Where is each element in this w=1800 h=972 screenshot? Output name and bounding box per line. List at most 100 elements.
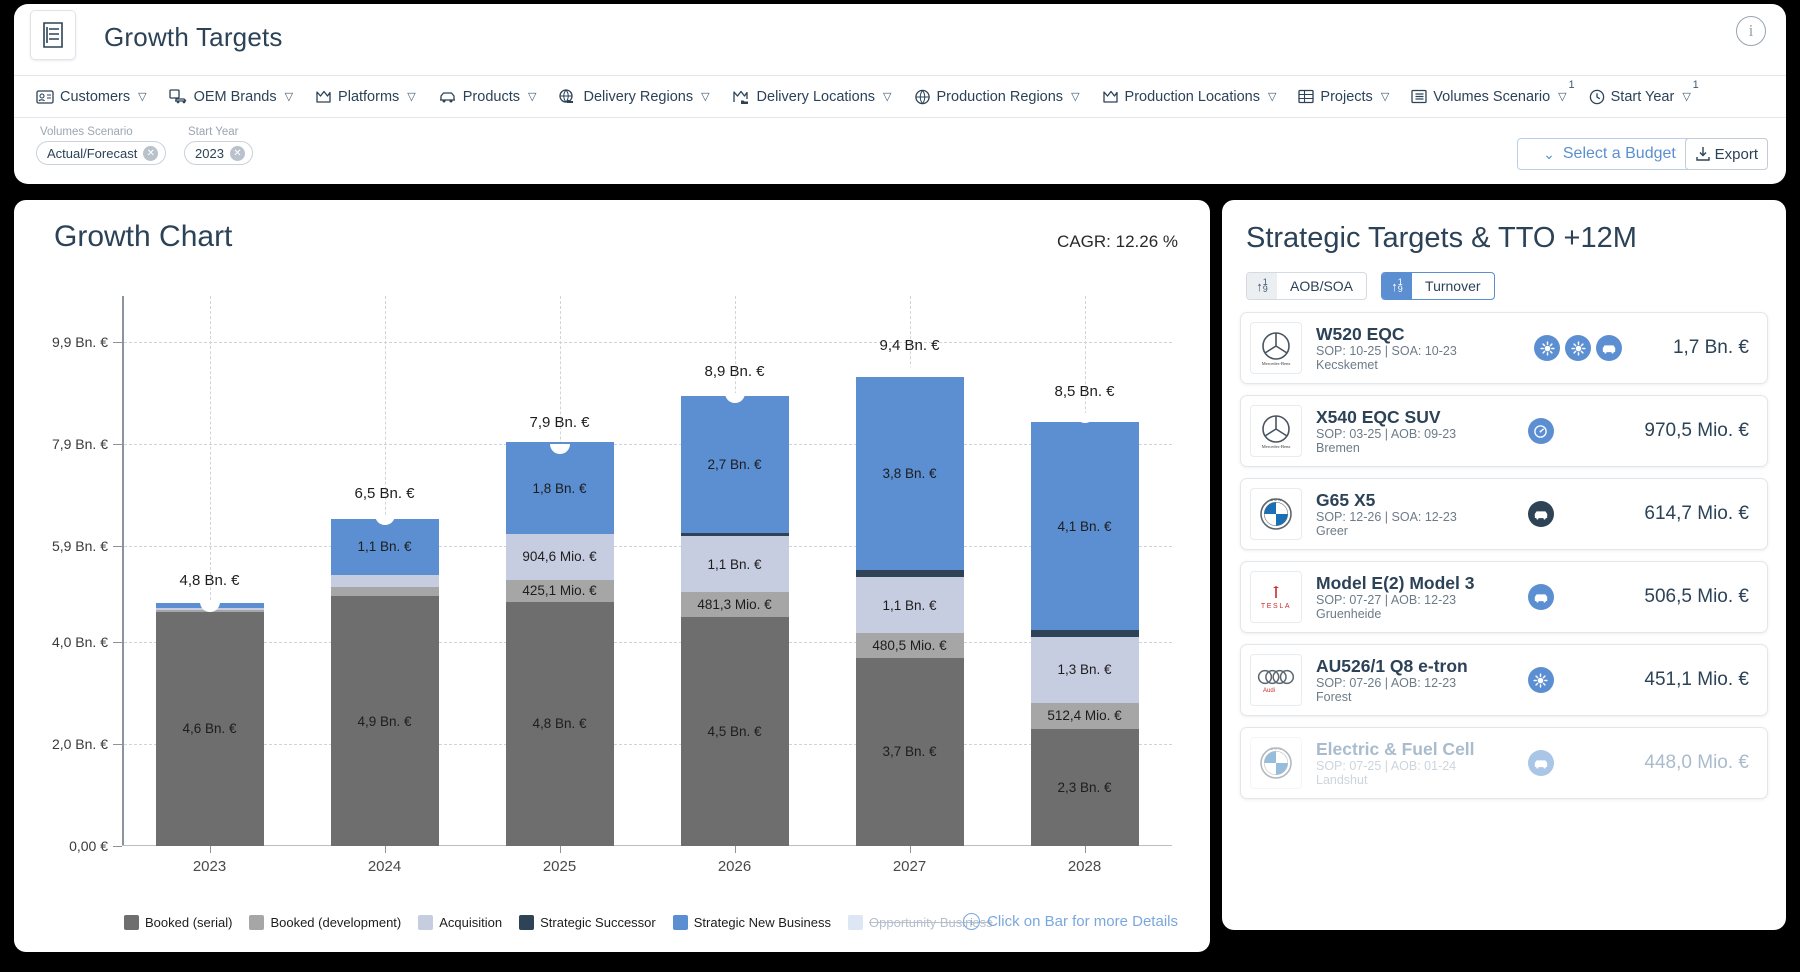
row-dates: SOP: 03-25 | AOB: 09-23 bbox=[1316, 426, 1457, 441]
bar-segment[interactable] bbox=[330, 574, 439, 588]
chart-bar[interactable]: 2,7 Bn. €1,1 Bn. €481,3 Mio. €4,5 Bn. € bbox=[680, 395, 789, 846]
filter-projects[interactable]: Projects ▽ bbox=[1298, 89, 1400, 105]
legend-label: Strategic Successor bbox=[540, 915, 656, 930]
bar-segment[interactable]: 4,1 Bn. € bbox=[1030, 421, 1139, 631]
legend-label: Acquisition bbox=[439, 915, 503, 930]
electric-icon[interactable] bbox=[1527, 667, 1554, 693]
filter-platforms[interactable]: Platforms ▽ bbox=[315, 89, 427, 105]
svg-text:TESLA: TESLA bbox=[1261, 603, 1291, 610]
bar-segment[interactable]: 4,6 Bn. € bbox=[155, 611, 264, 846]
gauge-icon[interactable] bbox=[1527, 418, 1554, 444]
chart-plot-area[interactable]: 0,00 € 2,0 Bn. € 4,0 Bn. € 5,9 Bn. € 7,9 Bn.… bbox=[52, 296, 1172, 875]
close-icon[interactable]: ✕ bbox=[229, 145, 245, 161]
bar-segment[interactable]: 1,1 Bn. € bbox=[680, 536, 789, 593]
chart-bar[interactable]: 1,8 Bn. €904,6 Mio. €425,1 Mio. €4,8 Bn.… bbox=[505, 442, 614, 846]
legend-item[interactable]: Strategic New Business bbox=[672, 915, 831, 930]
strategic-target-row[interactable]: Audi AU526/1 Q8 e-tron SOP: 07-26 | AOB: 1… bbox=[1240, 644, 1768, 716]
document-list-icon[interactable] bbox=[30, 10, 76, 60]
car-icon bbox=[438, 90, 457, 104]
chart-bar[interactable]: 3,8 Bn. € 1,1 Bn. €480,5 Mio. €3,7 Bn. € bbox=[855, 376, 964, 846]
bar-segment[interactable]: 4,9 Bn. € bbox=[330, 596, 439, 846]
close-icon[interactable]: ✕ bbox=[143, 145, 159, 161]
chip-value: Actual/Forecast bbox=[47, 145, 138, 161]
toggle-turnover[interactable]: ↑ 1 9 Turnover bbox=[1381, 272, 1495, 300]
filter-production-locations[interactable]: Production Locations ▽ bbox=[1102, 89, 1288, 105]
strategic-target-row[interactable]: Mercedes-Benz W520 EQC SOP: 10-25 | SOA: 1… bbox=[1240, 312, 1768, 384]
chip-volumes-scenario[interactable]: Actual/Forecast ✕ bbox=[36, 141, 167, 165]
row-text: X540 EQC SUV SOP: 03-25 | AOB: 09-23 Breme… bbox=[1316, 407, 1528, 456]
chevron-down-icon: ▽ bbox=[1558, 91, 1567, 103]
bar-segment[interactable]: 3,7 Bn. € bbox=[855, 657, 964, 846]
bar-segment[interactable]: 1,1 Bn. € bbox=[855, 577, 964, 634]
chart-bar[interactable]: 4,1 Bn. €1,3 Bn. €512,4 Mio. €2,3 Bn. € bbox=[1030, 421, 1139, 846]
bar-segment[interactable]: 1,8 Bn. € bbox=[505, 442, 614, 534]
bar-segment[interactable]: 512,4 Mio. € bbox=[1030, 702, 1139, 729]
bar-segment[interactable]: 480,5 Mio. € bbox=[855, 633, 964, 658]
filter-products[interactable]: Products ▽ bbox=[438, 89, 548, 105]
filter-production-regions[interactable]: Production Regions ▽ bbox=[914, 89, 1091, 105]
filter-volumes-scenario[interactable]: Volumes Scenario ▽ 1 bbox=[1411, 79, 1577, 105]
car-icon[interactable] bbox=[1527, 501, 1554, 527]
chart-bar[interactable]: 1,1 Bn. € 4,9 Bn. € bbox=[330, 518, 439, 846]
bar-segment[interactable]: 2,7 Bn. € bbox=[680, 395, 789, 534]
legend-item[interactable]: Booked (serial) bbox=[124, 915, 232, 930]
electric-icon[interactable] bbox=[1565, 335, 1591, 361]
electric-icon[interactable] bbox=[1534, 335, 1560, 361]
grid-line bbox=[124, 744, 1172, 746]
row-value: 506,5 Mio. € bbox=[1644, 586, 1749, 607]
factory-icon bbox=[1102, 89, 1119, 104]
car-icon[interactable] bbox=[1527, 750, 1554, 776]
globe-truck-icon bbox=[558, 88, 577, 105]
filter-customers[interactable]: Customers ▽ bbox=[36, 89, 158, 105]
chart-bar[interactable]: 4,6 Bn. € bbox=[155, 603, 264, 846]
filter-oem-brands[interactable]: OEM Brands ▽ bbox=[168, 89, 304, 105]
toggle-label: Turnover bbox=[1425, 278, 1481, 294]
legend-item[interactable]: Booked (development) bbox=[249, 915, 401, 930]
bar-segment[interactable]: 904,6 Mio. € bbox=[505, 533, 614, 580]
filter-start-year[interactable]: Start Year ▽ 1 bbox=[1589, 79, 1702, 105]
strategic-targets-list[interactable]: Mercedes-Benz W520 EQC SOP: 10-25 | SOA: 1… bbox=[1240, 312, 1768, 924]
strategic-target-row[interactable]: Mercedes-Benz X540 EQC SUV SOP: 03-25 | AO… bbox=[1240, 395, 1768, 467]
legend-item[interactable]: Strategic Successor bbox=[519, 915, 656, 930]
strategic-target-row[interactable]: B M W Electric & Fuel Cell SOP: 07-25 | AO… bbox=[1240, 727, 1768, 799]
filter-delivery-locations[interactable]: Delivery Locations ▽ bbox=[732, 89, 903, 105]
bar-segment[interactable]: 1,1 Bn. € bbox=[330, 518, 439, 575]
click-on-bar-hint[interactable]: i Click on Bar for more Details bbox=[963, 913, 1178, 930]
svg-text:Mercedes-Benz: Mercedes-Benz bbox=[1262, 361, 1291, 366]
select-budget-button[interactable]: ⌄ Select a Budget bbox=[1517, 138, 1702, 170]
bar-segment[interactable]: 481,3 Mio. € bbox=[680, 592, 789, 617]
bar-segment[interactable]: 3,8 Bn. € bbox=[855, 376, 964, 571]
filter-label: Products bbox=[462, 88, 520, 105]
x-axis-label: 2028 bbox=[1067, 858, 1102, 875]
bar-segment[interactable]: 4,8 Bn. € bbox=[505, 601, 614, 846]
strategic-target-row[interactable]: TESLA Model E(2) Model 3 SOP: 07-27 | AOB:… bbox=[1240, 561, 1768, 633]
export-button[interactable]: Export bbox=[1684, 138, 1768, 170]
bar-segment[interactable]: 425,1 Mio. € bbox=[505, 579, 614, 602]
bar-segment[interactable]: 1,3 Bn. € bbox=[1030, 636, 1139, 703]
bar-segment[interactable]: 4,5 Bn. € bbox=[680, 616, 789, 846]
strategic-target-row[interactable]: B M W G65 X5 SOP: 12-26 | SOA: 12-23 Greer 6… bbox=[1240, 478, 1768, 550]
row-text: AU526/1 Q8 e-tron SOP: 07-26 | AOB: 12-23… bbox=[1316, 656, 1528, 705]
toggle-aob-soa[interactable]: ↑ 1 9 AOB/SOA bbox=[1246, 272, 1368, 300]
bar-segment[interactable]: 2,3 Bn. € bbox=[1030, 728, 1139, 846]
sort-asc-icon: ↑ 1 9 bbox=[1247, 273, 1277, 299]
chip-start-year[interactable]: 2023 ✕ bbox=[184, 141, 253, 165]
filter-label: Delivery Locations bbox=[756, 88, 876, 105]
car-icon[interactable] bbox=[1527, 584, 1554, 610]
filter-delivery-regions[interactable]: Delivery Regions ▽ bbox=[558, 89, 720, 105]
bar-segment[interactable] bbox=[330, 587, 439, 597]
info-icon[interactable]: i bbox=[1736, 16, 1766, 46]
mercedes-logo: Mercedes-Benz bbox=[1250, 322, 1302, 374]
tesla-logo: TESLA bbox=[1250, 571, 1302, 623]
bar-segment[interactable] bbox=[855, 570, 964, 578]
row-location: Bremen bbox=[1316, 441, 1360, 456]
bar-total-label: 4,8 Bn. € bbox=[179, 571, 240, 589]
grid-line bbox=[124, 545, 1172, 547]
chip-group-volumes-scenario: Volumes Scenario Actual/Forecast ✕ bbox=[36, 126, 167, 165]
row-icon-group bbox=[1527, 750, 1645, 776]
legend-swatch bbox=[124, 915, 139, 930]
legend-item[interactable]: Acquisition bbox=[418, 915, 502, 930]
car-icon[interactable] bbox=[1596, 335, 1622, 361]
row-dates: SOP: 07-25 | AOB: 01-24 bbox=[1316, 758, 1457, 773]
globe-icon bbox=[914, 89, 931, 105]
